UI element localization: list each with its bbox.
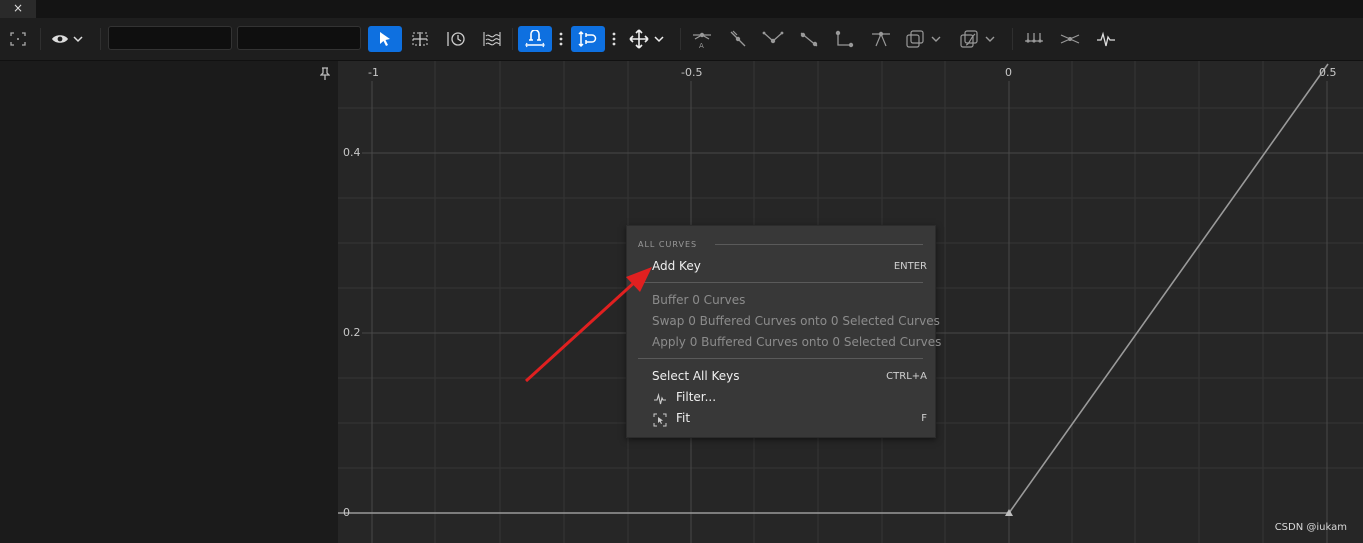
add-key-shortcut: ENTER <box>893 261 927 272</box>
annotation-arrow <box>524 267 652 383</box>
distribute-keys-icon[interactable] <box>1020 26 1048 52</box>
menu-section-header: ALL CURVES <box>638 240 698 249</box>
toolbar: A <box>0 18 1363 61</box>
pin-icon[interactable] <box>319 66 331 85</box>
context-menu: ALL CURVES Add Key ENTER Buffer 0 Curves… <box>626 225 941 438</box>
menu-divider <box>638 282 923 283</box>
toolbar-divider <box>680 28 681 50</box>
x-tick-label: -0.5 <box>681 66 703 79</box>
retime-icon[interactable] <box>442 26 470 52</box>
snap-time-icon[interactable] <box>518 26 552 52</box>
svg-text:A: A <box>699 42 704 49</box>
select-tool-button[interactable] <box>368 26 402 52</box>
watermark: CSDN @iukam <box>1274 522 1347 533</box>
weighted-icon[interactable] <box>867 26 895 52</box>
select-all-keys-menu-item[interactable]: Select All Keys <box>652 369 740 383</box>
y-tick-label: 0.2 <box>343 326 361 339</box>
menu-divider <box>715 244 923 245</box>
secondary-input[interactable] <box>237 26 361 50</box>
toolbar-divider <box>512 28 513 50</box>
snap-value-icon[interactable] <box>571 26 605 52</box>
filter-menu-item[interactable]: Filter... <box>676 390 716 404</box>
snap-value-options-icon[interactable] <box>608 26 620 52</box>
fit-menu-item[interactable]: Fit <box>676 411 690 425</box>
snap-time-options-icon[interactable] <box>555 26 567 52</box>
x-tick-label: 0 <box>1005 66 1012 79</box>
auto-tangent-icon[interactable]: A <box>688 26 716 52</box>
frame-icon[interactable] <box>6 26 30 52</box>
menu-divider <box>638 358 923 359</box>
apply-buffered-curves-menu-item[interactable]: Apply 0 Buffered Curves onto 0 Selected … <box>652 335 941 349</box>
user-tangent-icon[interactable] <box>724 26 752 52</box>
select-all-shortcut: CTRL+A <box>886 371 927 382</box>
straighten-icon[interactable] <box>957 26 999 52</box>
multiscale-icon[interactable] <box>478 26 506 52</box>
toolbar-divider <box>100 28 101 50</box>
toolbar-divider <box>40 28 41 50</box>
move-icon[interactable] <box>628 26 668 52</box>
x-tick-label: 0.5 <box>1319 66 1337 79</box>
search-input[interactable] <box>108 26 232 50</box>
view-options-button[interactable] <box>48 26 88 52</box>
y-tick-label: 0.4 <box>343 146 361 159</box>
x-tick-label: -1 <box>368 66 379 79</box>
toolbar-divider <box>1012 28 1013 50</box>
close-tab-button[interactable]: × <box>0 0 36 18</box>
break-tangent-icon[interactable] <box>759 26 787 52</box>
filter-icon <box>653 391 667 405</box>
add-key-menu-item[interactable]: Add Key <box>652 259 701 273</box>
flatten-icon[interactable] <box>903 26 945 52</box>
fit-shortcut: F <box>921 413 927 424</box>
curve-tree-panel[interactable] <box>0 61 338 543</box>
swap-buffered-curves-menu-item[interactable]: Swap 0 Buffered Curves onto 0 Selected C… <box>652 314 940 328</box>
transform-icon[interactable] <box>406 26 434 52</box>
buffer-curves-menu-item[interactable]: Buffer 0 Curves <box>652 293 745 307</box>
filter-icon[interactable] <box>1092 26 1120 52</box>
tab-strip: × <box>0 0 1363 18</box>
fit-icon <box>653 412 667 427</box>
constant-icon[interactable] <box>831 26 859 52</box>
reduce-keys-icon[interactable] <box>1056 26 1084 52</box>
y-tick-label: 0 <box>343 506 350 519</box>
linear-icon[interactable] <box>795 26 823 52</box>
